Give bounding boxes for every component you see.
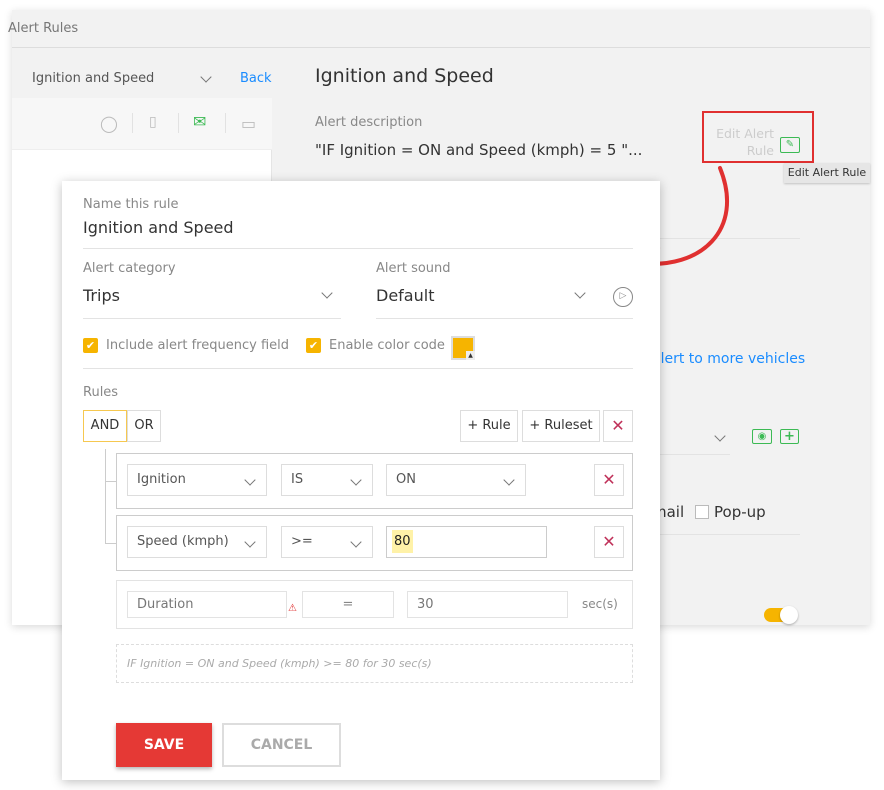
rule-field-select[interactable]: Speed (kmph) (127, 526, 267, 558)
page-title: Ignition and Speed (315, 65, 494, 87)
chevron-down-icon[interactable] (200, 71, 212, 83)
frequency-label: Include alert frequency field (106, 338, 289, 353)
duration-value-input[interactable]: 30 (407, 591, 568, 618)
color-code-checkbox[interactable]: ✔ (306, 338, 321, 353)
and-button[interactable]: AND (83, 410, 127, 442)
add-vehicles-link[interactable]: alert to more vehicles (652, 351, 805, 367)
tooltip: Edit Alert Rule (784, 163, 870, 183)
eye-icon[interactable]: ◉ (752, 429, 772, 444)
rule-selector[interactable]: Ignition and Speed (32, 71, 154, 86)
rule-summary: IF Ignition = ON and Speed (kmph) >= 80 … (116, 644, 633, 683)
edit-rule-modal: Name this rule Ignition and Speed Alert … (62, 181, 660, 780)
cancel-button[interactable]: CANCEL (222, 723, 341, 767)
name-input[interactable]: Ignition and Speed (83, 218, 234, 237)
rule-selector-value: Ignition and Speed (32, 71, 155, 86)
frequency-checkbox[interactable]: ✔ (83, 338, 98, 353)
duration-field[interactable]: Duration (127, 591, 287, 618)
title-bar: Alert Rules (8, 10, 870, 48)
chevron-down-icon[interactable] (321, 287, 333, 299)
rule-row: Speed (kmph) >= 80 ✕ (116, 515, 633, 571)
chevron-down-icon[interactable] (574, 287, 586, 299)
popup-option: Pop-up (714, 503, 766, 521)
name-label: Name this rule (83, 197, 179, 212)
rule-value-input[interactable]: 80 (386, 526, 547, 558)
pencil-icon[interactable]: ✎ (780, 137, 800, 153)
rule-field-select[interactable]: Ignition (127, 464, 267, 496)
or-button[interactable]: OR (127, 410, 161, 442)
mobile-icon[interactable]: ▯ (149, 114, 157, 130)
window-title: Alert Rules (8, 21, 79, 36)
duration-unit: sec(s) (582, 597, 618, 611)
delete-ruleset-button[interactable]: ✕ (603, 410, 633, 442)
message-icon[interactable]: ▭ (241, 114, 256, 133)
save-button[interactable]: SAVE (116, 723, 212, 767)
rule-value-select[interactable]: ON (386, 464, 526, 496)
channel-icon-bar: ◯ ▯ ✉ ▭ (12, 98, 272, 150)
duration-operator[interactable]: = (302, 591, 394, 618)
email-icon[interactable]: ✉ (193, 112, 206, 131)
alert-description: "IF Ignition = ON and Speed (kmph) = 5 "… (315, 141, 643, 159)
back-link[interactable]: Back (240, 71, 272, 86)
delete-rule-button[interactable]: ✕ (594, 464, 624, 496)
enable-toggle[interactable] (764, 606, 798, 624)
play-sound-icon[interactable]: ▷ (613, 287, 633, 307)
popup-checkbox[interactable] (695, 505, 709, 519)
edit-alert-rule-label[interactable]: Edit Alert Rule (712, 125, 774, 159)
delete-rule-button[interactable]: ✕ (594, 526, 624, 558)
rules-label: Rules (83, 385, 119, 400)
color-picker[interactable]: ▲ (451, 336, 475, 360)
warning-icon: ⚠ (288, 603, 297, 614)
category-select[interactable]: Trips (83, 286, 120, 305)
add-ruleset-button[interactable]: + Ruleset (522, 410, 600, 442)
add-rule-button[interactable]: + Rule (460, 410, 518, 442)
rule-row: Ignition IS ON ✕ (116, 453, 633, 509)
category-label: Alert category (83, 261, 176, 276)
plus-icon[interactable]: + (780, 429, 799, 444)
sound-label: Alert sound (376, 261, 451, 276)
duration-row: Duration ⚠ = 30 sec(s) (116, 580, 633, 629)
chevron-down-icon[interactable] (714, 430, 726, 442)
alert-description-label: Alert description (315, 115, 423, 130)
color-code-label: Enable color code (329, 338, 445, 353)
sound-select[interactable]: Default (376, 286, 434, 305)
rule-operator-select[interactable]: IS (281, 464, 373, 496)
chat-icon[interactable]: ◯ (100, 114, 118, 133)
rule-operator-select[interactable]: >= (281, 526, 373, 558)
